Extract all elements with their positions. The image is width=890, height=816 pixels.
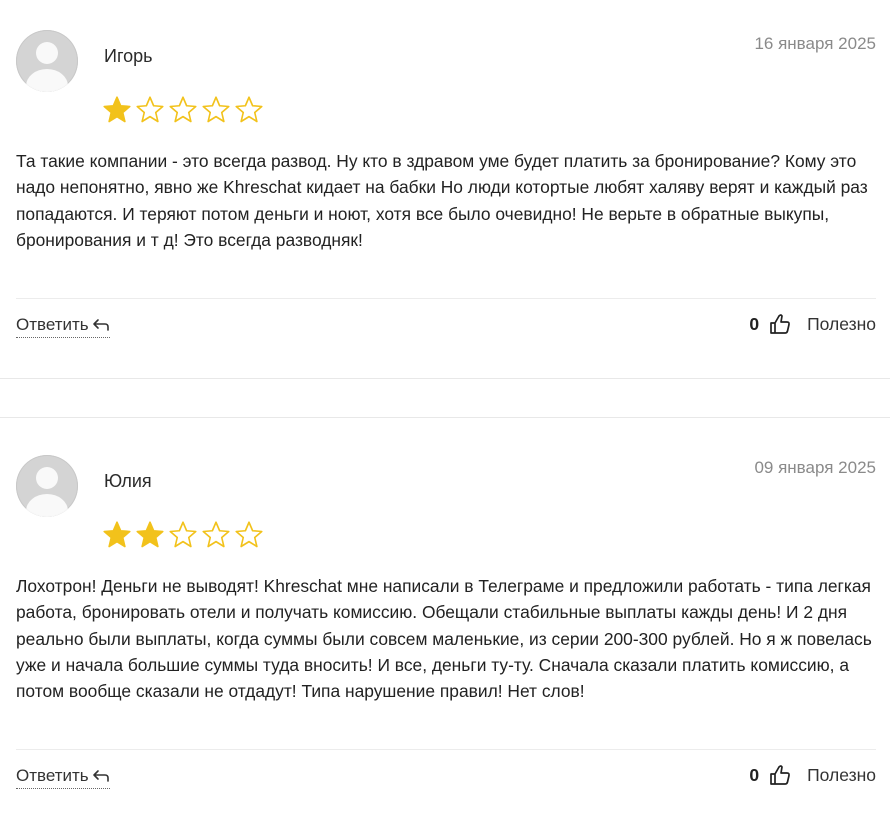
star-filled-icon (103, 521, 131, 548)
useful-count: 0 (749, 313, 760, 334)
user-avatar-icon (26, 467, 68, 517)
useful-block: 0 Полезно (749, 313, 876, 335)
review-card: Игорь 16 января 2025 Та такие компании -… (0, 0, 890, 380)
reply-button[interactable]: Ответить (16, 766, 110, 789)
reply-label: Ответить (16, 766, 89, 785)
star-empty-icon (169, 96, 197, 123)
review-text: Та такие компании - это всегда развод. Н… (16, 151, 868, 250)
divider (16, 749, 876, 750)
thumbs-up-icon[interactable] (769, 764, 791, 786)
star-empty-icon (202, 521, 230, 548)
star-empty-icon (169, 521, 197, 548)
review-author: Игорь (104, 46, 153, 66)
thumbs-up-icon[interactable] (769, 313, 791, 335)
star-filled-icon (136, 521, 164, 548)
reply-label: Ответить (16, 315, 89, 334)
star-empty-icon (202, 96, 230, 123)
reply-arrow-icon (92, 319, 109, 331)
reply-button[interactable]: Ответить (16, 315, 110, 338)
star-rating (102, 520, 264, 550)
review-author: Юлия (104, 471, 152, 491)
review-card: Юлия 09 января 2025 Лохотрон! Деньги не … (0, 425, 890, 816)
avatar (16, 30, 78, 92)
review-separator (0, 417, 890, 418)
useful-block: 0 Полезно (749, 764, 876, 786)
star-empty-icon (136, 96, 164, 123)
review-text: Лохотрон! Деньги не выводят! Khreschat м… (16, 576, 872, 702)
useful-button[interactable]: Полезно (807, 314, 876, 335)
divider (16, 298, 876, 299)
review-date: 09 января 2025 (754, 458, 876, 477)
star-filled-icon (103, 96, 131, 123)
review-separator (0, 378, 890, 379)
star-empty-icon (235, 521, 263, 548)
reply-arrow-icon (92, 770, 109, 782)
star-empty-icon (235, 96, 263, 123)
user-avatar-icon (26, 42, 68, 92)
useful-count: 0 (749, 764, 760, 785)
review-date: 16 января 2025 (754, 34, 876, 53)
avatar (16, 455, 78, 517)
star-rating (102, 95, 264, 125)
useful-button[interactable]: Полезно (807, 765, 876, 786)
